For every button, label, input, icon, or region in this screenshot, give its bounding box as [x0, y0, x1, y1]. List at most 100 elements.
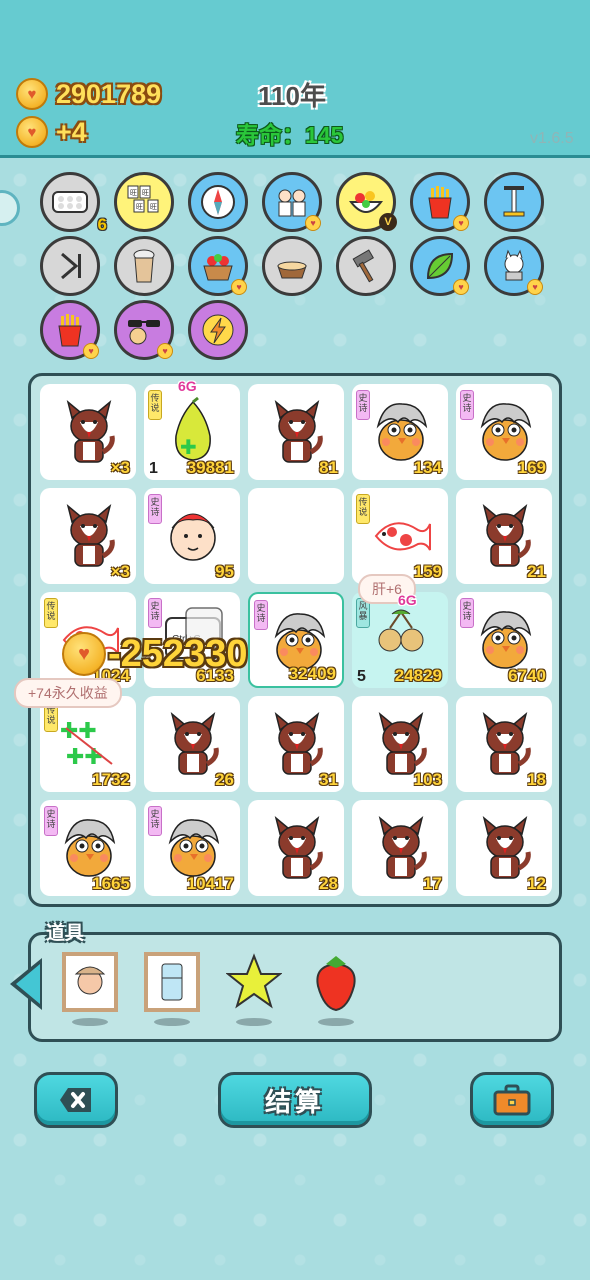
clover-icon: ✚✚✚✚	[60, 718, 113, 769]
couple-icon	[272, 182, 312, 222]
coin-badge-icon: ♥	[157, 343, 173, 359]
board-cell[interactable]	[248, 488, 344, 584]
cell-value: 6740	[508, 666, 546, 685]
board-cell[interactable]: 17	[352, 800, 448, 896]
cell-value: 1665	[92, 874, 130, 893]
svg-text:✚✚: ✚✚	[60, 718, 97, 743]
item-slot-couple[interactable]: ♥	[262, 172, 322, 232]
cell-value: 39881	[186, 458, 234, 477]
svg-text:✚✚: ✚✚	[66, 744, 103, 769]
item-slot-fruit-basket[interactable]: ♥	[188, 236, 248, 296]
board-cell[interactable]: 史诗 95	[144, 488, 240, 584]
board-cell[interactable]: 史诗 169	[456, 384, 552, 480]
compass-icon	[198, 182, 238, 222]
fruit-basket-icon	[198, 246, 238, 286]
left-arrow-button[interactable]	[10, 958, 42, 1010]
item-slot-fries[interactable]: ♥	[40, 300, 100, 360]
coin-gain-popup: ♥ -252330	[62, 632, 247, 676]
cell-value: 1732	[92, 770, 130, 789]
chick-icon	[376, 403, 428, 461]
item-slot-pump[interactable]	[484, 172, 544, 232]
item-slot-fries[interactable]: ♥	[410, 172, 470, 232]
settle-button[interactable]: 结算	[218, 1072, 372, 1128]
board-cell[interactable]: 26	[144, 696, 240, 792]
coin-gain-value: -252330	[108, 632, 248, 675]
board-cell[interactable]: 史诗 10417	[144, 800, 240, 896]
star-icon	[225, 953, 283, 1009]
board-cell[interactable]: 81	[248, 384, 344, 480]
delete-button[interactable]	[34, 1072, 118, 1128]
rarity-tag: 史诗	[148, 806, 162, 836]
board-cell[interactable]: ×3	[40, 488, 136, 584]
coin-badge-icon: ♥	[305, 215, 321, 231]
board-cell[interactable]: 31	[248, 696, 344, 792]
board-cell[interactable]: 12	[456, 800, 552, 896]
item-slot-hammer[interactable]	[336, 236, 396, 296]
prop-fridge-portrait[interactable]	[144, 952, 200, 1012]
coins-value: 2901789	[56, 78, 162, 109]
board-cell[interactable]: 史诗 134	[352, 384, 448, 480]
dog-toy-icon	[494, 246, 534, 286]
item-slot-sunglasses[interactable]: ♥	[114, 300, 174, 360]
item-slot-leaf[interactable]: ♥	[410, 236, 470, 296]
item-slot-dog-bowl[interactable]	[262, 236, 322, 296]
board-cell[interactable]: 史诗 6740	[456, 592, 552, 688]
fries-icon	[50, 310, 90, 350]
leaf-icon	[420, 246, 460, 286]
cell-value: 95	[215, 562, 234, 581]
egg-tray-icon	[50, 182, 90, 222]
item-slot-milk-tea[interactable]	[114, 236, 174, 296]
husky-icon	[274, 815, 323, 879]
cell-value: 21	[527, 562, 546, 581]
mahjong-icon: 旺旺旺旺	[124, 182, 164, 222]
cell-value: 28	[319, 874, 338, 893]
income-stat: ♥ +4	[16, 116, 87, 148]
board-cell[interactable]: 18	[456, 696, 552, 792]
prop-grandpa-portrait[interactable]	[62, 952, 118, 1012]
board-cell[interactable]: ×3	[40, 384, 136, 480]
settle-button-label: 结算	[264, 1086, 325, 1117]
sixg-label: 6G	[178, 378, 197, 394]
prop-shadow	[72, 1018, 108, 1026]
milk-tea-icon	[124, 246, 164, 286]
cell-value: 32409	[288, 664, 336, 683]
board-cell[interactable]: 史诗 32409	[248, 592, 344, 688]
sunglasses-icon	[124, 310, 164, 350]
item-slot-fruit-bowl[interactable]: V	[336, 172, 397, 232]
item-slot-skip[interactable]	[40, 236, 100, 296]
prop-strawberry[interactable]	[308, 952, 364, 1012]
board-cell[interactable]: 103	[352, 696, 448, 792]
briefcase-icon	[493, 1084, 531, 1116]
cell-value: 159	[413, 562, 442, 581]
lightning-icon	[198, 310, 238, 350]
cell-value: ×3	[110, 458, 130, 477]
inventory-button[interactable]	[470, 1072, 554, 1128]
board-cell[interactable]: 史诗 1665	[40, 800, 136, 896]
vip-badge-icon: V	[379, 213, 397, 231]
rarity-tag: 史诗	[148, 494, 162, 524]
item-slot-egg-tray[interactable]: 6	[40, 172, 107, 234]
coin-badge-icon: ♥	[231, 279, 247, 295]
item-slot-mahjong[interactable]: 旺旺旺旺	[114, 172, 174, 232]
husky-icon	[378, 815, 427, 879]
prop-star[interactable]	[225, 952, 283, 1012]
item-slot-compass[interactable]	[188, 172, 248, 232]
fridge-portrait-icon	[144, 952, 200, 1012]
item-slot-dog-toy[interactable]: ♥	[484, 236, 544, 296]
year-label: 110年	[258, 81, 326, 111]
husky-icon	[482, 503, 531, 567]
dog-bowl-icon	[272, 246, 312, 286]
board-cell[interactable]: 21	[456, 488, 552, 584]
rarity-tag: 史诗	[44, 806, 58, 836]
board-cell[interactable]: ✚✚ ✚✚ 传说 1732	[40, 696, 136, 792]
rarity-tag: 传说	[148, 390, 162, 420]
cell-value: 103	[413, 770, 442, 789]
item-slot-lightning[interactable]	[188, 300, 248, 360]
board-cell[interactable]: 传说 159	[352, 488, 448, 584]
board-cell[interactable]: ✚ 传说 1 39881	[144, 384, 240, 480]
coin-badge-icon: ♥	[527, 279, 543, 295]
husky-icon	[482, 711, 531, 775]
side-dial-button[interactable]	[0, 190, 20, 226]
board-cell[interactable]: 28	[248, 800, 344, 896]
prop-shadow	[154, 1018, 190, 1026]
